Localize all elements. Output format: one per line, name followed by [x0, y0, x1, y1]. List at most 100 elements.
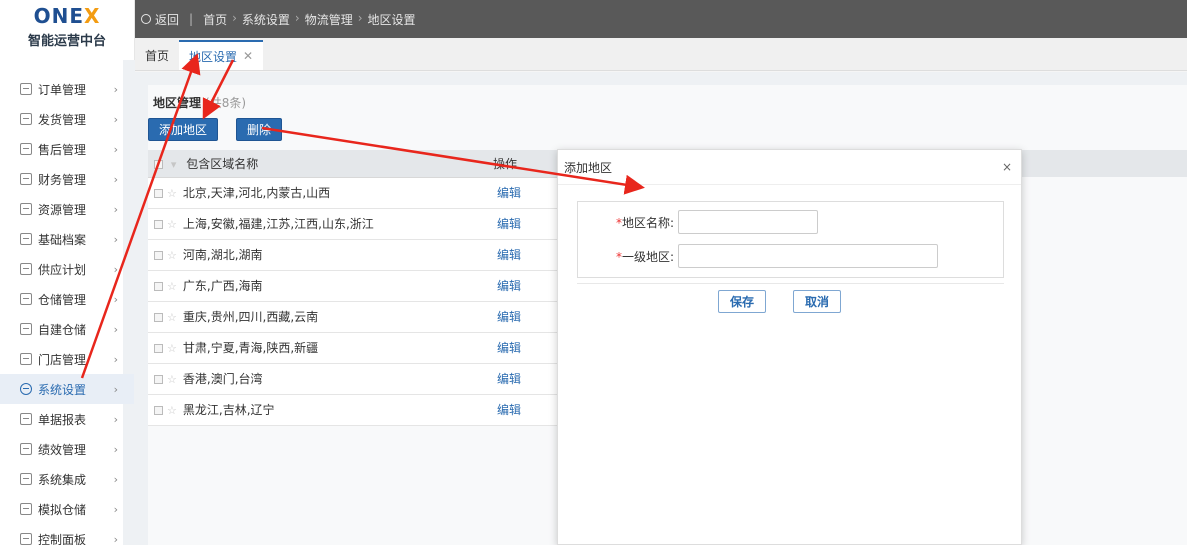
- sidebar-item-resource[interactable]: 资源管理 ›: [0, 194, 134, 224]
- back-button[interactable]: 返回: [141, 11, 179, 28]
- brand-logo: ONEX: [33, 4, 101, 28]
- op-cell: 编辑: [487, 270, 557, 302]
- panel-title-text: 地区管理: [153, 96, 202, 110]
- tab-home[interactable]: 首页: [135, 40, 179, 70]
- table-row: ☆ 黑龙江,吉林,辽宁 编辑: [148, 394, 557, 426]
- edit-link[interactable]: 编辑: [497, 248, 521, 262]
- simulation-icon: [20, 503, 32, 515]
- dialog-title: 添加地区: [564, 160, 613, 175]
- breadcrumb-home[interactable]: 首页: [203, 11, 227, 28]
- row-checkbox[interactable]: [154, 406, 163, 415]
- breadcrumb: 首页 › 系统设置 › 物流管理 › 地区设置: [203, 11, 416, 28]
- star-icon[interactable]: ☆: [167, 404, 177, 417]
- star-icon[interactable]: ☆: [167, 187, 177, 200]
- star-icon[interactable]: ☆: [167, 373, 177, 386]
- sidebar-menu: 订单管理 › 发货管理 › 售后管理 › 财务管理 › 资源管理 › 基础档案 › 供应计划 › 仓储管理 ›…: [0, 74, 134, 545]
- chevron-right-icon: ›: [113, 502, 118, 516]
- edit-link[interactable]: 编辑: [497, 186, 521, 200]
- star-icon[interactable]: ☆: [167, 311, 177, 324]
- region-cell: ☆ 河南,湖北,湖南: [148, 239, 487, 271]
- sidebar-item-performance[interactable]: 绩效管理 ›: [0, 434, 134, 464]
- back-arrow-icon: [141, 14, 151, 24]
- tab-close-icon[interactable]: ✕: [243, 49, 253, 63]
- sidebar-item-integration[interactable]: 系统集成 ›: [0, 464, 134, 494]
- performance-icon: [20, 443, 32, 455]
- sidebar-item-label: 系统集成: [38, 472, 87, 487]
- delete-button[interactable]: 删除: [236, 118, 283, 141]
- chevron-right-icon: ›: [113, 472, 118, 486]
- region-cell: ☆ 重庆,贵州,四川,西藏,云南: [148, 301, 487, 333]
- row-checkbox[interactable]: [154, 282, 163, 291]
- sidebar-item-report[interactable]: 单据报表 ›: [0, 404, 134, 434]
- region-name-text: 重庆,贵州,四川,西藏,云南: [182, 310, 319, 324]
- sidebar-item-self-warehouse[interactable]: 自建仓储 ›: [0, 314, 134, 344]
- row-checkbox[interactable]: [154, 220, 163, 229]
- sidebar-item-label: 绩效管理: [38, 442, 87, 457]
- chevron-right-icon: ›: [113, 142, 118, 156]
- star-icon[interactable]: ☆: [167, 280, 177, 293]
- edit-link[interactable]: 编辑: [497, 217, 521, 231]
- row-checkbox[interactable]: [154, 313, 163, 322]
- topbar-separator: |: [189, 12, 194, 26]
- sort-caret-icon: ▾: [170, 157, 177, 171]
- region-name-label-text: 地区名称:: [621, 215, 674, 230]
- breadcrumb-system-settings[interactable]: 系统设置: [242, 11, 290, 28]
- sidebar-item-label: 控制面板: [38, 532, 87, 545]
- row-checkbox[interactable]: [154, 251, 163, 260]
- edit-link[interactable]: 编辑: [497, 310, 521, 324]
- sidebar-item-settings[interactable]: 系统设置 ›: [0, 374, 134, 404]
- save-button[interactable]: 保存: [718, 290, 767, 313]
- chevron-right-icon: ›: [113, 322, 118, 336]
- cancel-button[interactable]: 取消: [793, 290, 842, 313]
- sidebar-item-after-sales[interactable]: 售后管理 ›: [0, 134, 134, 164]
- primary-region-input[interactable]: [678, 244, 938, 268]
- row-checkbox[interactable]: [154, 344, 163, 353]
- close-icon[interactable]: ×: [1002, 160, 1012, 174]
- edit-link[interactable]: 编辑: [497, 403, 521, 417]
- sidebar-item-supply[interactable]: 供应计划 ›: [0, 254, 134, 284]
- edit-link[interactable]: 编辑: [497, 372, 521, 386]
- sidebar-item-finance[interactable]: 财务管理 ›: [0, 164, 134, 194]
- brand-subtitle: 智能运营中台: [27, 34, 106, 49]
- region-name-input[interactable]: [678, 210, 818, 234]
- add-region-button[interactable]: 添加地区: [148, 118, 219, 141]
- region-name-text: 河南,湖北,湖南: [182, 248, 263, 262]
- sidebar-item-label: 基础档案: [38, 232, 87, 247]
- star-icon[interactable]: ☆: [167, 342, 177, 355]
- warehouse-icon: [20, 293, 32, 305]
- tab-home-label: 首页: [145, 48, 170, 63]
- sidebar-item-dashboard[interactable]: 控制面板 ›: [0, 524, 134, 545]
- sidebar-item-simulation[interactable]: 模拟仓储 ›: [0, 494, 134, 524]
- region-name-row: *地区名称:: [578, 210, 818, 234]
- sidebar-item-shipping[interactable]: 发货管理 ›: [0, 104, 134, 134]
- breadcrumb-region-settings: 地区设置: [367, 12, 416, 27]
- star-icon[interactable]: ☆: [167, 249, 177, 262]
- sidebar-item-order[interactable]: 订单管理 ›: [0, 74, 134, 104]
- top-bar: 返回 | 首页 › 系统设置 › 物流管理 › 地区设置: [135, 0, 1187, 38]
- self-warehouse-icon: [20, 323, 32, 335]
- breadcrumb-logistics[interactable]: 物流管理: [305, 11, 353, 28]
- edit-link[interactable]: 编辑: [497, 341, 521, 355]
- sidebar-item-store[interactable]: 门店管理 ›: [0, 344, 134, 374]
- sidebar-item-label: 资源管理: [38, 202, 87, 217]
- sidebar-item-archive[interactable]: 基础档案 ›: [0, 224, 134, 254]
- chevron-right-icon: ›: [113, 232, 118, 246]
- row-checkbox[interactable]: [154, 375, 163, 384]
- select-all-checkbox[interactable]: [154, 159, 163, 169]
- edit-link[interactable]: 编辑: [497, 279, 521, 293]
- op-cell: 编辑: [487, 177, 557, 209]
- tab-region-settings[interactable]: 地区设置 ✕: [179, 40, 264, 70]
- row-checkbox[interactable]: [154, 189, 163, 198]
- sidebar-item-warehouse[interactable]: 仓储管理 ›: [0, 284, 134, 314]
- sidebar-item-label: 财务管理: [38, 172, 87, 187]
- op-cell: 编辑: [487, 208, 557, 240]
- region-cell: ☆ 甘肃,宁夏,青海,陕西,新疆: [148, 332, 487, 364]
- sidebar-item-label: 供应计划: [38, 262, 87, 277]
- breadcrumb-chevron-icon: ›: [294, 10, 300, 25]
- chevron-right-icon: ›: [113, 172, 118, 186]
- chevron-right-icon: ›: [113, 412, 118, 426]
- panel-title: 地区管理 (共8条): [153, 94, 246, 111]
- primary-region-label-text: 一级地区:: [621, 249, 674, 264]
- star-icon[interactable]: ☆: [167, 218, 177, 231]
- resource-icon: [20, 203, 32, 215]
